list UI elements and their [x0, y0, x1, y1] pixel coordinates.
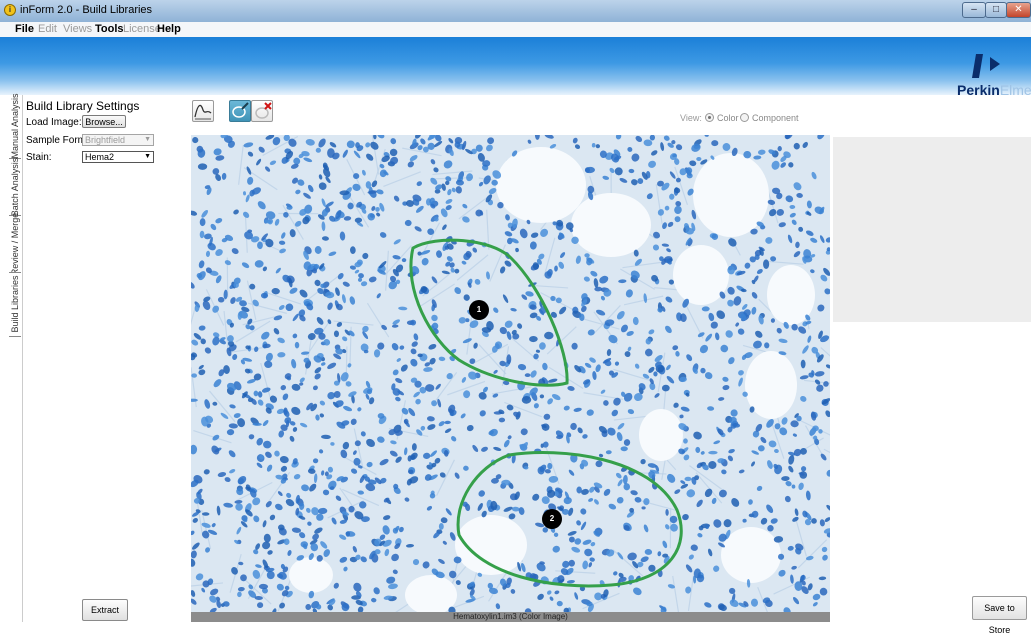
view-component-radio[interactable] [740, 113, 749, 122]
maximize-button[interactable]: □ [985, 2, 1007, 18]
menu-bar: File Edit Views Tools License Help [0, 22, 1031, 37]
view-color-radio[interactable] [705, 113, 714, 122]
stain-select[interactable]: Hema2 ▼ [82, 151, 154, 163]
side-tab-strip: Manual Analysis Batch Analysis Review / … [8, 95, 23, 622]
roi-1-badge[interactable]: 1 [469, 300, 489, 320]
spectrum-curve-icon [193, 101, 213, 121]
tissue-image [191, 135, 830, 612]
view-component-label: Component [752, 113, 799, 123]
save-to-store-button[interactable]: Save to Store [972, 596, 1027, 620]
settings-title: Build Library Settings [26, 99, 139, 113]
tab-batch-analysis-label: Batch Analysis [10, 157, 20, 216]
sample-format-select[interactable]: Brightfield ▼ [82, 134, 154, 146]
chevron-down-icon: ▼ [144, 135, 151, 145]
logo-text-bold: Perkin [957, 82, 1000, 98]
minimize-button[interactable]: – [962, 2, 986, 18]
stain-label: Stain: [26, 152, 52, 163]
menu-file[interactable]: File [15, 23, 34, 35]
tab-build-libraries-label: Build Libraries [10, 275, 20, 332]
roi-2-badge[interactable]: 2 [542, 509, 562, 529]
draw-roi-tool-button[interactable] [229, 100, 251, 122]
close-button[interactable]: ✕ [1006, 2, 1031, 18]
tab-review-merge-label: Review / Merge [10, 212, 20, 275]
spectrum-tool-button[interactable] [192, 100, 214, 122]
tab-manual-analysis-label: Manual Analysis [10, 93, 20, 158]
tab-manual-analysis[interactable]: Manual Analysis [8, 95, 22, 157]
window-title: inForm 2.0 - Build Libraries [20, 4, 152, 16]
tab-review-merge[interactable]: Review / Merge [8, 216, 22, 271]
view-label: View: [680, 113, 702, 123]
extract-button[interactable]: Extract [82, 599, 128, 621]
delete-roi-icon [252, 101, 274, 123]
chevron-down-icon: ▼ [144, 152, 151, 162]
title-bar: i inForm 2.0 - Build Libraries – □ ✕ [0, 0, 1031, 22]
menu-views[interactable]: Views [63, 23, 92, 35]
logo-text-faint: Elmer [1000, 82, 1031, 98]
menu-tools[interactable]: Tools [95, 23, 124, 35]
tab-batch-analysis[interactable]: Batch Analysis [8, 159, 22, 214]
menu-license[interactable]: License [123, 23, 161, 35]
draw-lasso-icon [230, 101, 250, 121]
sample-format-value: Brightfield [85, 135, 125, 145]
app-icon: i [4, 4, 16, 16]
delete-roi-tool-button[interactable] [251, 100, 273, 122]
tab-separator [9, 336, 21, 337]
browse-button[interactable]: Browse... [82, 115, 126, 128]
spectrum-preview-panel [833, 137, 1031, 322]
view-color-label: Color [717, 113, 739, 123]
tissue-image-viewer[interactable]: 1 2 [191, 135, 830, 612]
header-banner [0, 37, 1031, 95]
perkinelmer-logo-icon [970, 52, 1006, 80]
menu-help[interactable]: Help [157, 23, 181, 35]
load-image-label: Load Image: [26, 117, 82, 128]
image-caption: Hematoxylin1.im3 (Color Image) [191, 612, 830, 622]
perkinelmer-logo-text: PerkinElmer [957, 82, 1031, 98]
menu-edit[interactable]: Edit [38, 23, 57, 35]
stain-value: Hema2 [85, 152, 114, 162]
tab-build-libraries[interactable]: Build Libraries [8, 273, 22, 335]
